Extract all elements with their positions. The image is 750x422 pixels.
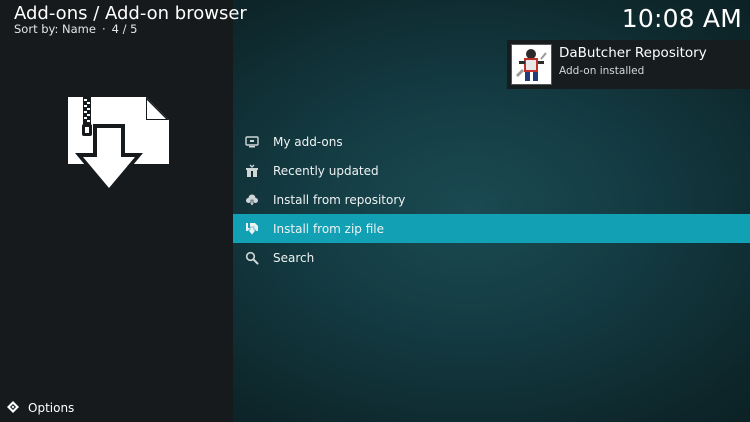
menu-item-search[interactable]: Search — [233, 243, 750, 272]
separator-dot: · — [101, 22, 106, 36]
clock: 10:08 AM — [621, 4, 742, 33]
options-icon — [6, 399, 20, 418]
cloud-download-icon — [245, 193, 259, 207]
addon-browser-screen: Add-ons / Add-on browser Sort by: Name · 4… — [0, 0, 750, 422]
menu-item-recently-updated[interactable]: Recently updated — [233, 156, 750, 185]
item-position: 4 / 5 — [111, 22, 138, 36]
menu-item-label: Recently updated — [273, 163, 379, 178]
monitor-icon — [245, 135, 259, 149]
options-label: Options — [28, 401, 75, 415]
menu-item-install-from-repository[interactable]: Install from repository — [233, 185, 750, 214]
menu-item-my-addons[interactable]: My add-ons — [233, 127, 750, 156]
menu-item-label: Install from repository — [273, 192, 406, 207]
menu-item-label: Search — [273, 250, 315, 265]
zip-install-icon — [66, 96, 170, 196]
addon-menu: My add-ons Recently updated Install from… — [233, 127, 750, 272]
search-icon — [245, 251, 259, 265]
sort-info: Sort by: Name · 4 / 5 — [14, 21, 137, 37]
options-button[interactable]: Options — [6, 399, 74, 417]
box-update-icon — [245, 164, 259, 178]
sort-label[interactable]: Sort by: Name — [14, 22, 96, 36]
notification-toast: DaButcher Repository Add-on installed — [507, 40, 750, 89]
left-panel — [0, 0, 233, 422]
menu-item-label: My add-ons — [273, 134, 343, 149]
notification-message: Add-on installed — [559, 65, 645, 77]
repository-thumbnail — [511, 44, 552, 85]
menu-item-label: Install from zip file — [273, 221, 385, 236]
zip-icon — [245, 222, 259, 236]
menu-item-install-from-zip[interactable]: Install from zip file — [233, 214, 750, 243]
notification-title: DaButcher Repository — [559, 45, 707, 61]
